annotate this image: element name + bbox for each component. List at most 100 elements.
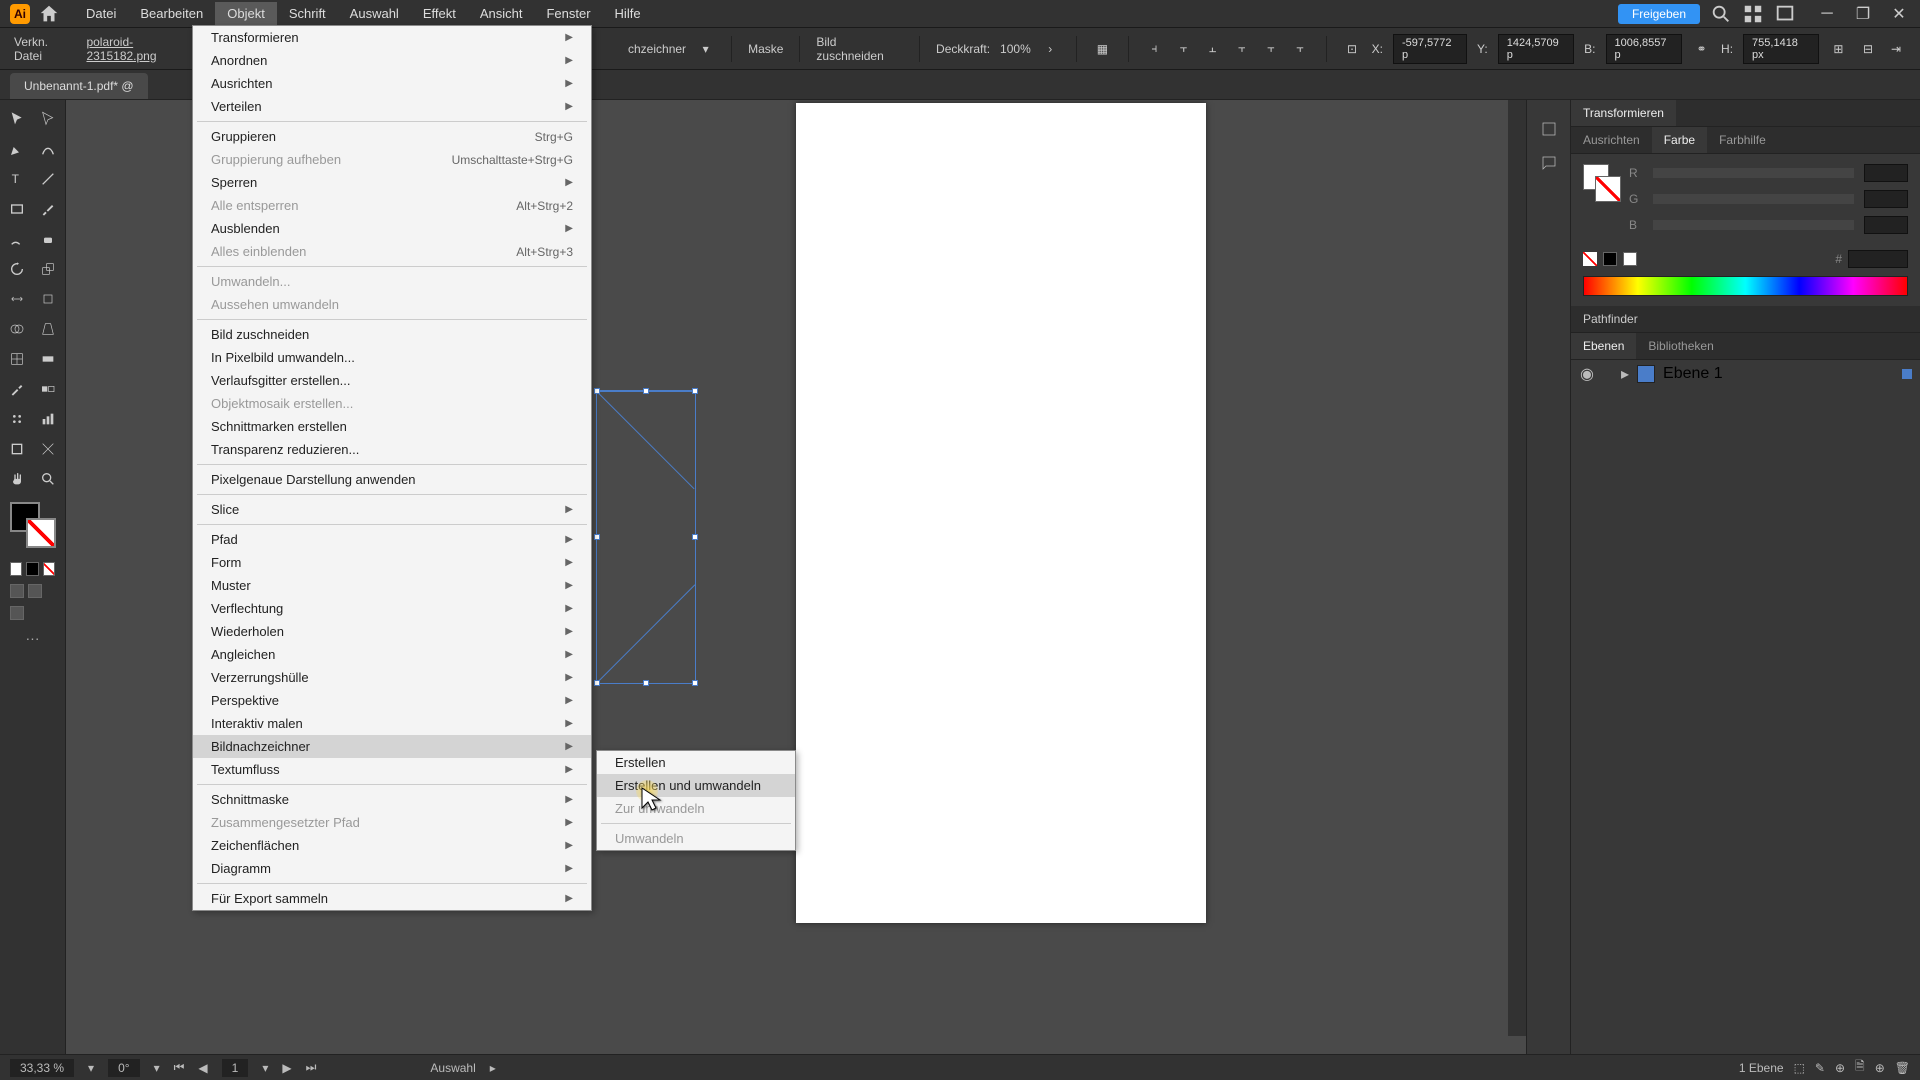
more-tools-icon[interactable]: ··· [4, 626, 61, 646]
comments-icon[interactable] [1534, 148, 1564, 178]
object-menu-item-24[interactable]: Slice▶ [193, 498, 591, 521]
y-field[interactable]: 1424,5709 p [1498, 34, 1574, 64]
object-menu-item-22[interactable]: Pixelgenaue Darstellung anwenden [193, 468, 591, 491]
hand-tool[interactable] [4, 466, 30, 492]
mask-button[interactable]: Maske [748, 42, 783, 56]
stroke-color-swatch[interactable] [1595, 176, 1621, 202]
align-middle-icon[interactable]: ⫟ [1261, 39, 1280, 59]
object-menu-item-28[interactable]: Muster▶ [193, 574, 591, 597]
transform-ref-icon[interactable]: ⊡ [1342, 39, 1361, 59]
artboard-tool[interactable] [4, 436, 30, 462]
rotate-tool[interactable] [4, 256, 30, 282]
menu-schrift[interactable]: Schrift [277, 2, 338, 25]
submenu-item-1[interactable]: Erstellen und umwandeln [597, 774, 795, 797]
fill-stroke-swatches[interactable] [4, 502, 61, 556]
perspective-tool[interactable] [35, 316, 61, 342]
rotate-dropdown-icon[interactable]: ▾ [154, 1061, 160, 1075]
object-menu-item-17[interactable]: Verlaufsgitter erstellen... [193, 369, 591, 392]
w-field[interactable]: 1006,8557 p [1606, 34, 1682, 64]
crop-button[interactable]: Bild zuschneiden [816, 35, 903, 63]
object-menu-item-7[interactable]: Sperren▶ [193, 171, 591, 194]
object-menu-item-30[interactable]: Wiederholen▶ [193, 620, 591, 643]
object-menu-item-5[interactable]: GruppierenStrg+G [193, 125, 591, 148]
width-tool[interactable] [4, 286, 30, 312]
h-field[interactable]: 755,1418 px [1743, 34, 1819, 64]
spectrum[interactable] [1583, 276, 1908, 296]
eraser-tool[interactable] [35, 226, 61, 252]
handle-mr[interactable] [692, 534, 698, 540]
r-field[interactable] [1864, 164, 1908, 182]
artboard-prev2-icon[interactable]: ◀ [198, 1061, 207, 1075]
white-swatch[interactable] [1623, 252, 1637, 266]
align-panel-tab[interactable]: Ausrichten [1571, 127, 1652, 153]
object-menu-item-36[interactable]: Textumfluss▶ [193, 758, 591, 781]
align-icon-1[interactable]: ▦ [1093, 39, 1112, 59]
hex-field[interactable] [1848, 250, 1908, 268]
artboard-num[interactable]: 1 [222, 1059, 249, 1077]
layer-row[interactable]: ◉ ▸ Ebene 1 [1571, 360, 1920, 388]
menu-objekt[interactable]: Objekt [215, 2, 277, 25]
object-menu-item-34[interactable]: Interaktiv malen▶ [193, 712, 591, 735]
object-menu-item-31[interactable]: Angleichen▶ [193, 643, 591, 666]
status-icon3[interactable]: ⊕ [1835, 1061, 1845, 1075]
object-menu-item-2[interactable]: Ausrichten▶ [193, 72, 591, 95]
home-icon[interactable] [38, 3, 60, 25]
object-menu-item-35[interactable]: Bildnachzeichner▶ [193, 735, 591, 758]
object-menu-item-9[interactable]: Ausblenden▶ [193, 217, 591, 240]
artboard-next-icon[interactable]: ▶ [282, 1061, 291, 1075]
object-menu-item-15[interactable]: Bild zuschneiden [193, 323, 591, 346]
status-icon4[interactable]: 🗎 [1855, 1057, 1865, 1078]
properties-icon[interactable] [1534, 114, 1564, 144]
direct-selection-tool[interactable] [35, 106, 61, 132]
object-menu-item-0[interactable]: Transformieren▶ [193, 26, 591, 49]
handle-tr[interactable] [692, 388, 698, 394]
submenu-item-0[interactable]: Erstellen [597, 751, 795, 774]
object-menu-item-26[interactable]: Pfad▶ [193, 528, 591, 551]
mesh-tool[interactable] [4, 346, 30, 372]
link-wh-icon[interactable]: ⚭ [1692, 39, 1711, 59]
gradient-tool[interactable] [35, 346, 61, 372]
layer-name[interactable]: Ebene 1 [1663, 365, 1723, 383]
object-menu-item-38[interactable]: Schnittmaske▶ [193, 788, 591, 811]
align-bottom-icon[interactable]: ⫟ [1290, 39, 1309, 59]
menu-ansicht[interactable]: Ansicht [468, 2, 535, 25]
curvature-tool[interactable] [35, 136, 61, 162]
handle-br[interactable] [692, 680, 698, 686]
status-icon5[interactable]: ⊕ [1875, 1061, 1885, 1075]
status-icon2[interactable]: ✎ [1815, 1061, 1825, 1075]
status-delete-icon[interactable]: 🗑 [1895, 1061, 1910, 1075]
blend-tool[interactable] [35, 376, 61, 402]
draw-behind-icon[interactable] [28, 584, 42, 598]
close-icon[interactable]: ✕ [1888, 3, 1910, 25]
none-icon[interactable] [1583, 252, 1597, 266]
paintbrush-tool[interactable] [35, 196, 61, 222]
layer-visibility-icon[interactable]: ◉ [1579, 364, 1595, 384]
workspace-icon[interactable] [1774, 3, 1796, 25]
object-menu-item-32[interactable]: Verzerrungshülle▶ [193, 666, 591, 689]
object-menu-item-41[interactable]: Diagramm▶ [193, 857, 591, 880]
object-menu-item-19[interactable]: Schnittmarken erstellen [193, 415, 591, 438]
libraries-tab[interactable]: Bibliotheken [1636, 333, 1725, 359]
x-field[interactable]: -597,5772 p [1393, 34, 1467, 64]
object-menu-item-20[interactable]: Transparenz reduzieren... [193, 438, 591, 461]
handle-tm[interactable] [643, 388, 649, 394]
extra-icon[interactable]: ⊞ [1829, 39, 1848, 59]
menu-effekt[interactable]: Effekt [411, 2, 468, 25]
selection-tool[interactable] [4, 106, 30, 132]
trace-partial[interactable]: chzeichner [628, 42, 686, 56]
maximize-icon[interactable]: ❐ [1852, 3, 1874, 25]
none-mode-swatch[interactable] [43, 562, 55, 576]
handle-bl[interactable] [594, 680, 600, 686]
chevron-right-icon[interactable]: › [1041, 39, 1060, 59]
menu-fenster[interactable]: Fenster [534, 2, 602, 25]
document-tab[interactable]: Unbenannt-1.pdf* @ [10, 73, 148, 99]
align-left-icon[interactable]: ⫞ [1145, 39, 1164, 59]
layers-tab[interactable]: Ebenen [1571, 333, 1636, 359]
menu-auswahl[interactable]: Auswahl [338, 2, 411, 25]
line-tool[interactable] [35, 166, 61, 192]
artboard-next2-icon[interactable]: ⏭ [306, 1060, 317, 1075]
minimize-icon[interactable]: ─ [1816, 3, 1838, 25]
artboard-dropdown-icon[interactable]: ▾ [262, 1061, 268, 1075]
scrollbar-v[interactable] [1508, 100, 1526, 1036]
black-swatch[interactable] [1603, 252, 1617, 266]
